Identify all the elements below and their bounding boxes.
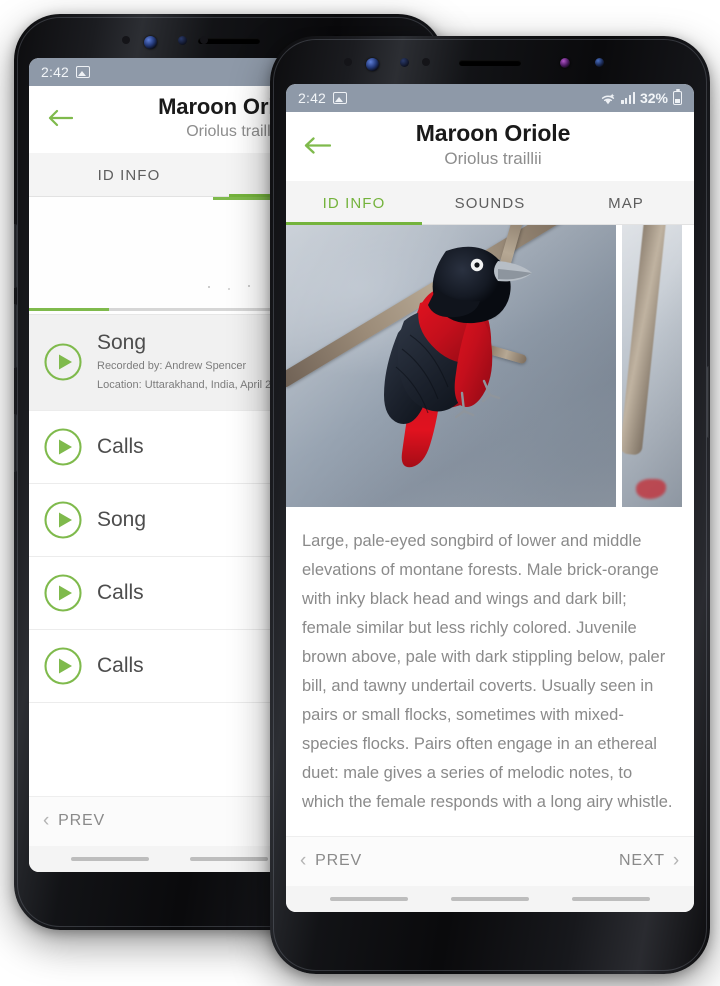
front-camera-icon [366, 58, 379, 71]
status-time: 2:42 [41, 64, 70, 80]
iris-scanner-icon [400, 58, 409, 67]
iris-scanner-icon [178, 36, 187, 45]
nav-back-hint[interactable] [572, 897, 651, 901]
battery-icon [673, 91, 682, 105]
light-sensor-icon [422, 58, 430, 66]
prev-button-back[interactable]: ‹ PREV [43, 811, 105, 830]
maroon-oriole-bird [384, 246, 532, 468]
chevron-left-icon: ‹ [300, 850, 308, 871]
next-label: NEXT [618, 851, 665, 869]
prev-button[interactable]: ‹ PREV [300, 851, 362, 870]
nav-home-hint[interactable] [450, 897, 529, 901]
wifi-icon [602, 93, 615, 104]
led-indicator-icon [595, 58, 604, 67]
tab-bar-front: ID INFO SOUNDS MAP [286, 181, 694, 226]
proximity-sensor-icon [122, 36, 130, 44]
proximity-sensor-icon [344, 58, 352, 66]
prev-label: PREV [315, 851, 362, 869]
phone-device-front: 2:42 32% Maroon Oriole Oriolus traillii … [270, 36, 710, 974]
back-arrow-icon [48, 110, 73, 127]
id-info-content: Large, pale-eyed songbird of lower and m… [286, 225, 694, 886]
iris-camera-icon [560, 58, 570, 68]
phone-bezel-top-front [270, 36, 710, 82]
back-arrow-icon [304, 137, 331, 154]
play-circle-icon[interactable] [43, 342, 83, 382]
status-time: 2:42 [298, 90, 327, 106]
header-titles-front: Maroon Oriole Oriolus traillii [336, 120, 680, 171]
volume-down-button[interactable] [14, 304, 17, 368]
species-description: Large, pale-eyed songbird of lower and m… [302, 532, 673, 812]
species-scientific-name: Oriolus traillii [444, 149, 542, 169]
play-circle-icon[interactable] [43, 427, 83, 467]
chevron-right-icon: › [672, 850, 680, 871]
signal-bars-icon [621, 92, 635, 104]
earpiece-speaker [459, 60, 521, 66]
volume-up-button[interactable] [14, 224, 17, 288]
photo-icon [76, 66, 91, 78]
chevron-left-icon: ‹ [43, 810, 51, 831]
battery-percent: 32% [639, 90, 668, 106]
back-button-back[interactable] [41, 99, 79, 137]
android-nav-bar-front [286, 886, 694, 912]
bixby-button[interactable] [14, 414, 17, 472]
tab-id-info[interactable]: ID INFO [286, 181, 422, 226]
app-header-front: Maroon Oriole Oriolus traillii [286, 112, 694, 182]
light-sensor-icon [200, 36, 208, 44]
earpiece-speaker [198, 38, 260, 44]
prev-label-back: PREV [58, 811, 105, 829]
tab-id-info-back[interactable]: ID INFO [29, 153, 229, 196]
status-bar-front: 2:42 32% [286, 84, 694, 112]
photo-carousel[interactable] [286, 225, 694, 508]
tab-sounds[interactable]: SOUNDS [422, 181, 558, 224]
back-button-front[interactable] [298, 127, 336, 165]
next-button[interactable]: NEXT › [619, 851, 680, 870]
phone-screen-front: 2:42 32% Maroon Oriole Oriolus traillii … [286, 84, 694, 912]
photo-icon [333, 92, 348, 104]
play-circle-icon[interactable] [43, 646, 83, 686]
bird-photo-next-preview[interactable] [622, 225, 682, 508]
power-button[interactable] [707, 366, 710, 438]
nav-home-hint[interactable] [189, 857, 268, 861]
bottom-nav-front: ‹ PREV NEXT › [286, 836, 694, 886]
play-circle-icon[interactable] [43, 573, 83, 613]
tab-map[interactable]: MAP [558, 181, 694, 224]
front-camera-icon [144, 36, 157, 49]
nav-recents-hint[interactable] [71, 857, 150, 861]
species-common-name: Maroon Oriole [415, 120, 571, 146]
audio-progress-fill [29, 307, 109, 311]
play-circle-icon[interactable] [43, 500, 83, 540]
bird-photo-primary[interactable] [286, 225, 616, 508]
nav-recents-hint[interactable] [329, 897, 408, 901]
screenshot-stage: 2:42 Maroon Oriole Oriolus traillii ID I… [0, 0, 720, 986]
